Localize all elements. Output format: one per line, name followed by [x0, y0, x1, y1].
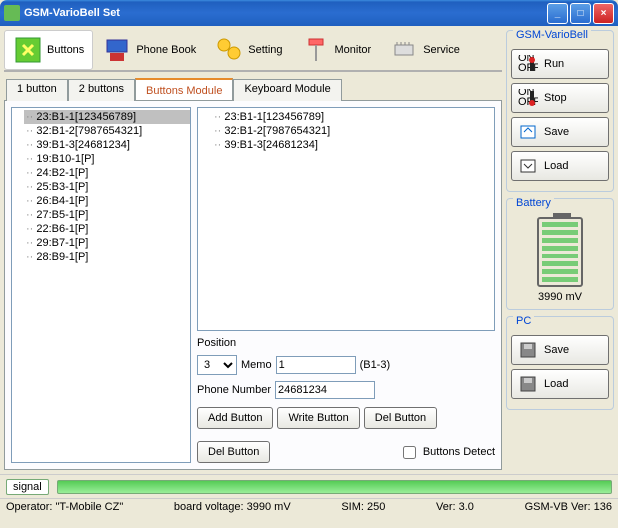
tab-2btn[interactable]: 2 buttons [68, 79, 135, 101]
tree-item[interactable]: 25:B3-1[P] [24, 180, 190, 194]
battery-voltage: 3990 mV [538, 291, 582, 303]
tab-kmod[interactable]: Keyboard Module [233, 79, 341, 101]
toolbar-service[interactable]: Service [380, 30, 469, 70]
status-bar: Operator: "T-Mobile CZ" board voltage: 3… [0, 498, 618, 515]
toolbar-setting[interactable]: Setting [205, 30, 291, 70]
list-item[interactable]: 39:B1-3[24681234] [212, 138, 492, 152]
del-button-2[interactable]: Del Button [197, 441, 270, 463]
stop-button[interactable]: ONOFF Stop [511, 83, 609, 113]
signal-progress [57, 480, 612, 494]
service-icon [389, 35, 419, 65]
status-gsmvb: GSM-VB Ver: 136 [525, 501, 612, 513]
tree-item[interactable]: 24:B2-1[P] [24, 166, 190, 180]
tab-bmod[interactable]: Buttons Module [135, 78, 233, 100]
tab-1btn[interactable]: 1 button [6, 79, 68, 101]
gsm-group-title: GSM-VarioBell [513, 29, 591, 41]
maximize-button[interactable]: □ [570, 3, 591, 24]
tree-item[interactable]: 26:B4-1[P] [24, 194, 190, 208]
add-button[interactable]: Add Button [197, 407, 273, 429]
phone-input[interactable] [275, 381, 375, 399]
title-bar: GSM-VarioBell Set _ □ × [0, 0, 618, 26]
buttons-detect-input[interactable] [403, 446, 416, 459]
save-button[interactable]: Save [511, 117, 609, 147]
phone-label: Phone Number [197, 384, 271, 396]
run-button[interactable]: ONOFF Run [511, 49, 609, 79]
minimize-button[interactable]: _ [547, 3, 568, 24]
position-label: Position [197, 337, 236, 349]
save-icon [516, 122, 540, 142]
svg-text:OFF: OFF [518, 62, 538, 73]
main-toolbar: ButtonsPhone BookSettingMonitorService [4, 30, 502, 72]
status-operator: Operator: "T-Mobile CZ" [6, 501, 123, 513]
tree-item[interactable]: 19:B10-1[P] [24, 152, 190, 166]
battery-group: Battery 3990 mV [506, 198, 614, 310]
buttons-icon [13, 35, 43, 65]
write-button[interactable]: Write Button [277, 407, 359, 429]
buttons-detect-checkbox[interactable]: Buttons Detect [399, 443, 495, 462]
load-icon [516, 156, 540, 176]
app-icon [4, 5, 20, 21]
close-button[interactable]: × [593, 3, 614, 24]
tree-item[interactable]: 27:B5-1[P] [24, 208, 190, 222]
memo-input[interactable] [276, 356, 356, 374]
stop-switch-icon: ONOFF [516, 88, 540, 108]
tree-item[interactable]: 39:B1-3[24681234] [24, 138, 190, 152]
list-item[interactable]: 32:B1-2[7987654321] [212, 124, 492, 138]
battery-icon [537, 217, 583, 287]
memo-suffix: (B1-3) [360, 359, 391, 371]
load-button[interactable]: Load [511, 151, 609, 181]
tab-bar: 1 button2 buttonsButtons ModuleKeyboard … [4, 78, 502, 100]
buttons-listbox[interactable]: 23:B1-1[123456789]32:B1-2[7987654321]39:… [197, 107, 495, 331]
disk-save-icon [516, 340, 540, 360]
tree-item[interactable]: 32:B1-2[7987654321] [24, 124, 190, 138]
memo-label: Memo [241, 359, 272, 371]
del-button[interactable]: Del Button [364, 407, 437, 429]
window-title: GSM-VarioBell Set [24, 7, 545, 19]
setting-icon [214, 35, 244, 65]
svg-text:OFF: OFF [518, 96, 538, 107]
signal-label: signal [6, 479, 49, 495]
status-voltage: board voltage: 3990 mV [174, 501, 291, 513]
list-item[interactable]: 23:B1-1[123456789] [212, 110, 492, 124]
tree-item[interactable]: 29:B7-1[P] [24, 236, 190, 250]
battery-title: Battery [513, 197, 554, 209]
pc-title: PC [513, 315, 534, 327]
position-select[interactable]: 3 [197, 355, 237, 375]
toolbar-monitor[interactable]: Monitor [292, 30, 381, 70]
phonebook-icon [102, 35, 132, 65]
pc-load-button[interactable]: Load [511, 369, 609, 399]
disk-load-icon [516, 374, 540, 394]
pc-save-button[interactable]: Save [511, 335, 609, 365]
tab-page-buttons-module: 23:B1-1[123456789]32:B1-2[7987654321]39:… [4, 100, 502, 470]
tree-item[interactable]: 23:B1-1[123456789] [24, 110, 190, 124]
status-ver: Ver: 3.0 [436, 501, 474, 513]
buttons-tree[interactable]: 23:B1-1[123456789]32:B1-2[7987654321]39:… [11, 107, 191, 463]
signal-bar: signal [0, 474, 618, 498]
buttons-detect-label: Buttons Detect [423, 446, 495, 458]
toolbar-buttons[interactable]: Buttons [4, 30, 93, 70]
run-switch-icon: ONOFF [516, 54, 540, 74]
monitor-icon [301, 35, 331, 65]
status-sim: SIM: 250 [341, 501, 385, 513]
gsm-variobell-group: GSM-VarioBell ONOFF Run ONOFF Stop Save … [506, 30, 614, 192]
pc-group: PC Save Load [506, 316, 614, 410]
toolbar-phonebook[interactable]: Phone Book [93, 30, 205, 70]
tree-item[interactable]: 28:B9-1[P] [24, 250, 190, 264]
tree-item[interactable]: 22:B6-1[P] [24, 222, 190, 236]
